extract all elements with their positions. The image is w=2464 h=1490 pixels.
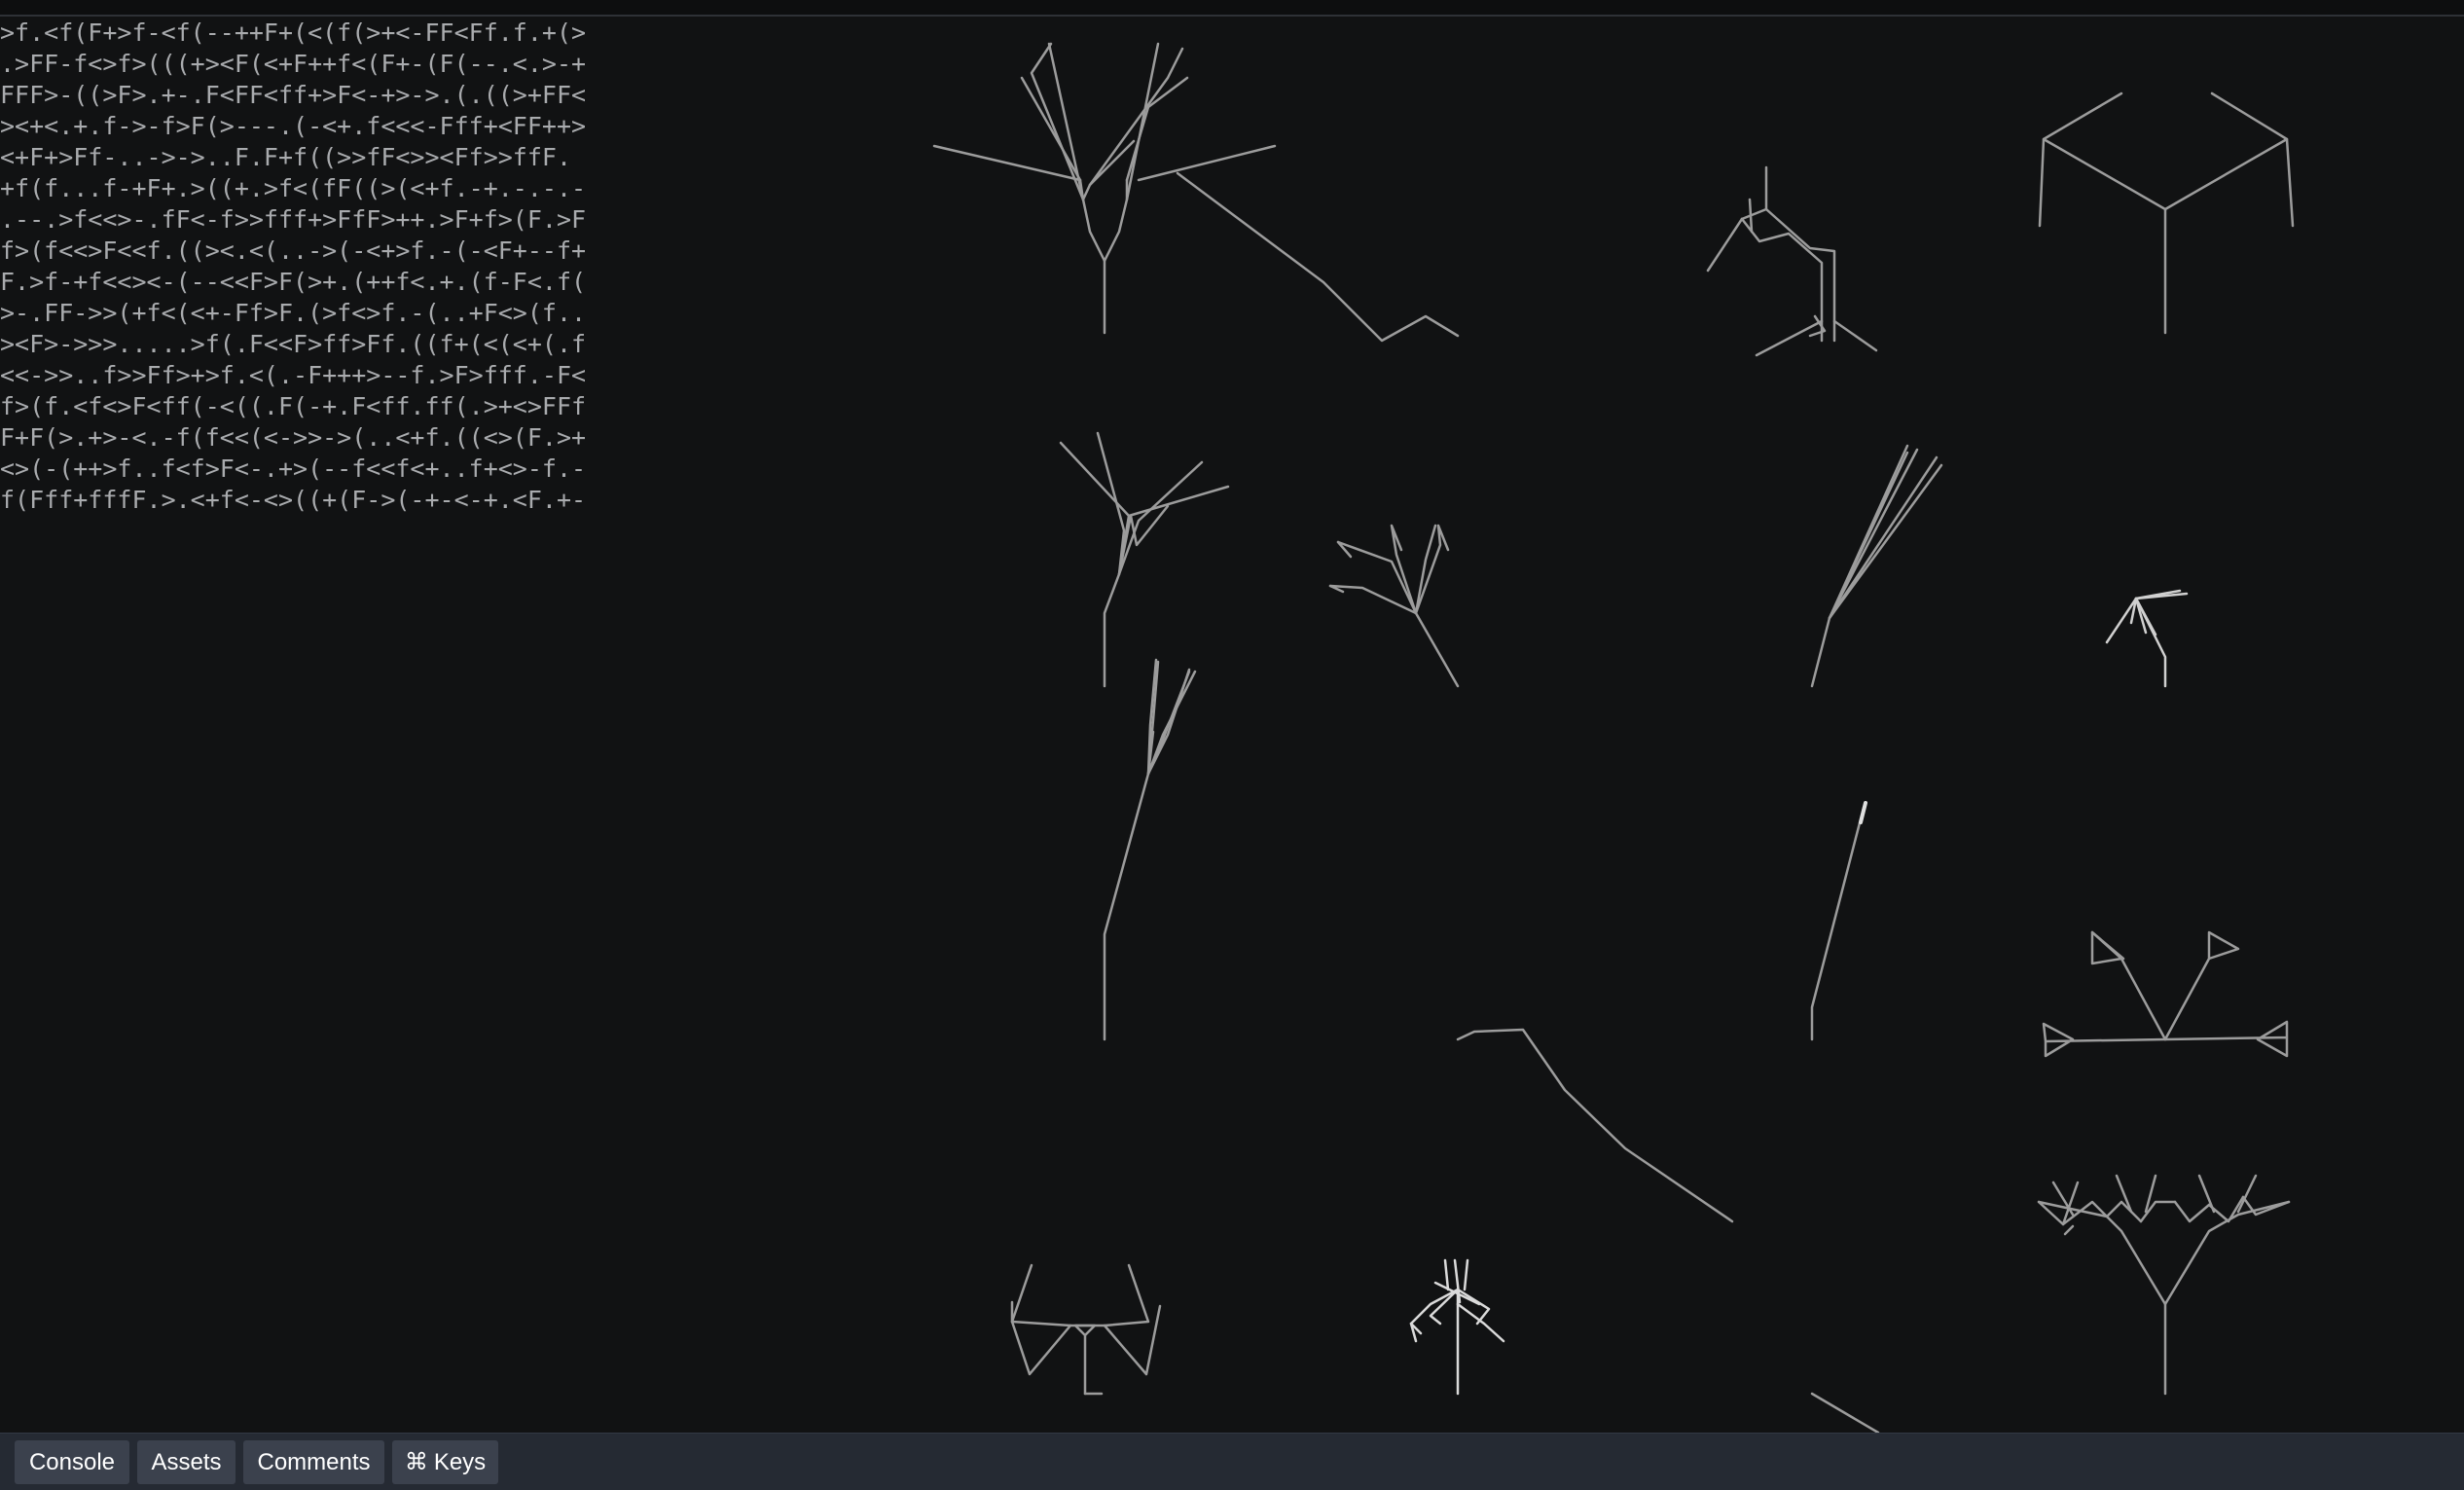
keys-button[interactable]: ⌘ Keys [392, 1440, 498, 1484]
comments-button-label: Comments [257, 1449, 371, 1475]
plant-6 [1810, 444, 1943, 688]
plant-10 [2042, 930, 2289, 1058]
assets-button[interactable]: Assets [137, 1440, 236, 1484]
top-bar [0, 0, 2464, 17]
code-line: +f(f...f-+F+.>((+.>f<(fF((>(<+f.-+.-.-.- [0, 174, 587, 202]
code-line: >-.FF->>(+f<(<+-Ff>F.(>f<>f.-(..+F<>(f.. [0, 299, 587, 327]
code-line: ><F>->>>.....>f(.F<<F>ff>Ff.((f+(<(<+(.f [0, 330, 587, 358]
plant-11 [1456, 1028, 1734, 1223]
plant-13 [1409, 1258, 1505, 1396]
assets-button-label: Assets [151, 1449, 222, 1475]
code-line: f>(f<<>F<<f.((><.<(..->(-<+>f.-(-<F+--f+ [0, 236, 587, 265]
console-button-label: Console [28, 1449, 116, 1475]
plant-3 [2038, 91, 2295, 335]
plant-7 [2105, 589, 2189, 688]
code-line: >f.<f(F+>f-<f(--++F+(<(f(>+<-FF<Ff.f.+(> [0, 18, 587, 47]
code-line: <+F+>Ff-..->->..F.F+f((>>fF<>><Ff>>ffF. [0, 143, 571, 171]
comments-button[interactable]: Comments [243, 1440, 384, 1484]
plant-5 [1328, 524, 1460, 688]
bottom-toolbar: Console Assets Comments ⌘ Keys [0, 1433, 2464, 1490]
code-line: F+F(>.+>-<.-f(f<<(<->>->(..<+f.((<>(F.>+ [0, 423, 587, 452]
plant-14 [2037, 1174, 2291, 1396]
plant-8 [1103, 658, 1197, 1041]
plant-1 [932, 42, 1460, 343]
console-button[interactable]: Console [15, 1440, 129, 1484]
code-line: F.>f-+f<<><-(--<<F>F(>+.(++f<.+.(f-F<.f( [0, 268, 587, 296]
lsystem-code-output: >f.<f(F+>f-<f(--++F+(<(f(>+<-FF<Ff.f.+(>… [0, 18, 586, 516]
plant-9 [1810, 801, 1867, 1041]
code-line: .--.>f<<>-.fF<-f>>fff+>FfF>++.>F+f>(F.>F [0, 205, 587, 234]
plant-4 [1059, 431, 1230, 688]
code-line: .>FF-f<>f>(((+><F(<+F++f<(F+-(F(--.<.>-+ [0, 50, 587, 78]
code-line: ><+<.+.f->-f>F(>---.(-<+.f<<<-Fff+<FF++> [0, 112, 587, 140]
app-window: >f.<f(F+>f-<f(--++F+(<(f(>+<-FF<Ff.f.+(>… [0, 0, 2464, 1490]
plant-12 [1010, 1263, 1162, 1396]
keys-button-label: Keys [433, 1449, 487, 1475]
code-line: f>(f.<f<>F<ff(-<((.F(-+.F<ff.ff(.>+<>FFf [0, 392, 587, 420]
plant-15-partial [1810, 1392, 1880, 1433]
code-line: <<->>..f>>Ff>+>f.<(.-F+++>--f.>F>fff.-F< [0, 361, 587, 389]
code-line: <>(-(++>f..f<f>F<-.+>(--f<<f<+..f+<>-f.- [0, 454, 587, 483]
code-line: FFF>-((>F>.+-.F<FF<ff+>F<-+>->.(.((>+FF< [0, 81, 587, 109]
command-key-icon: ⌘ [404, 1449, 428, 1475]
plant-2 [1706, 165, 1878, 357]
code-line: f(Fff+fffF.>.<+f<-<>((+(F->(-+-<-+.<F.+- [0, 486, 587, 514]
